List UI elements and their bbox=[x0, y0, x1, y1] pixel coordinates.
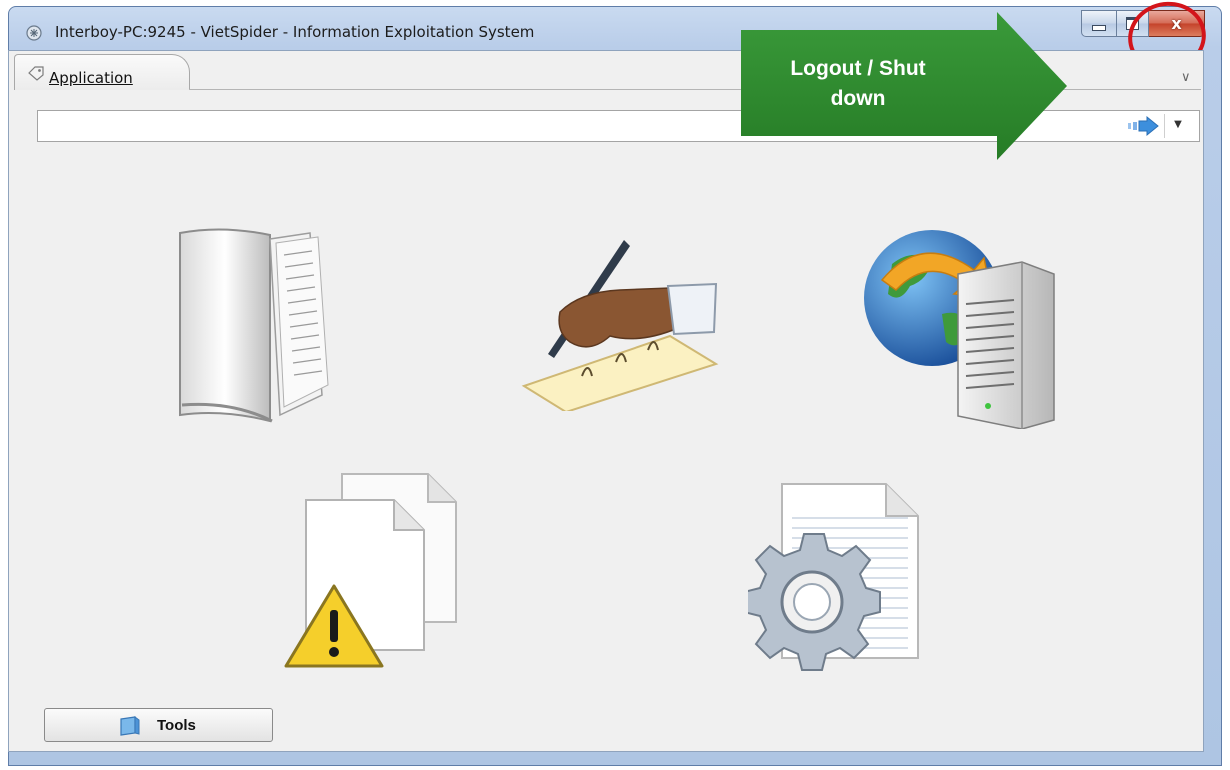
app-icon[interactable] bbox=[25, 24, 43, 42]
tools-label: Tools bbox=[157, 717, 196, 734]
globe-server-icon[interactable] bbox=[862, 224, 1062, 429]
tools-button[interactable]: Tools bbox=[44, 708, 273, 742]
minimize-icon bbox=[1092, 24, 1106, 31]
document-gear-icon[interactable] bbox=[748, 478, 928, 673]
annotation-text: Logout / Shut down bbox=[773, 54, 943, 114]
book-icon[interactable] bbox=[172, 225, 332, 425]
window-title: Interboy-PC:9245 - VietSpider - Informat… bbox=[55, 23, 535, 41]
signing-hand-icon[interactable] bbox=[520, 236, 720, 411]
chevron-down-icon[interactable]: ▼ bbox=[1168, 113, 1188, 137]
annotation-line-1: Logout / Shut bbox=[790, 57, 926, 80]
go-arrow-icon[interactable] bbox=[1122, 115, 1162, 137]
documents-warning-icon[interactable] bbox=[282, 470, 462, 670]
tools-icon bbox=[120, 716, 140, 736]
double-chevron-icon[interactable]: ∨ bbox=[1181, 70, 1191, 85]
address-divider bbox=[1164, 114, 1165, 138]
minimize-button[interactable] bbox=[1081, 10, 1117, 37]
tab-label: Application bbox=[49, 69, 133, 87]
tab-application[interactable]: Application bbox=[14, 54, 190, 90]
annotation-line-2: down bbox=[830, 87, 886, 110]
tag-icon bbox=[28, 66, 44, 81]
